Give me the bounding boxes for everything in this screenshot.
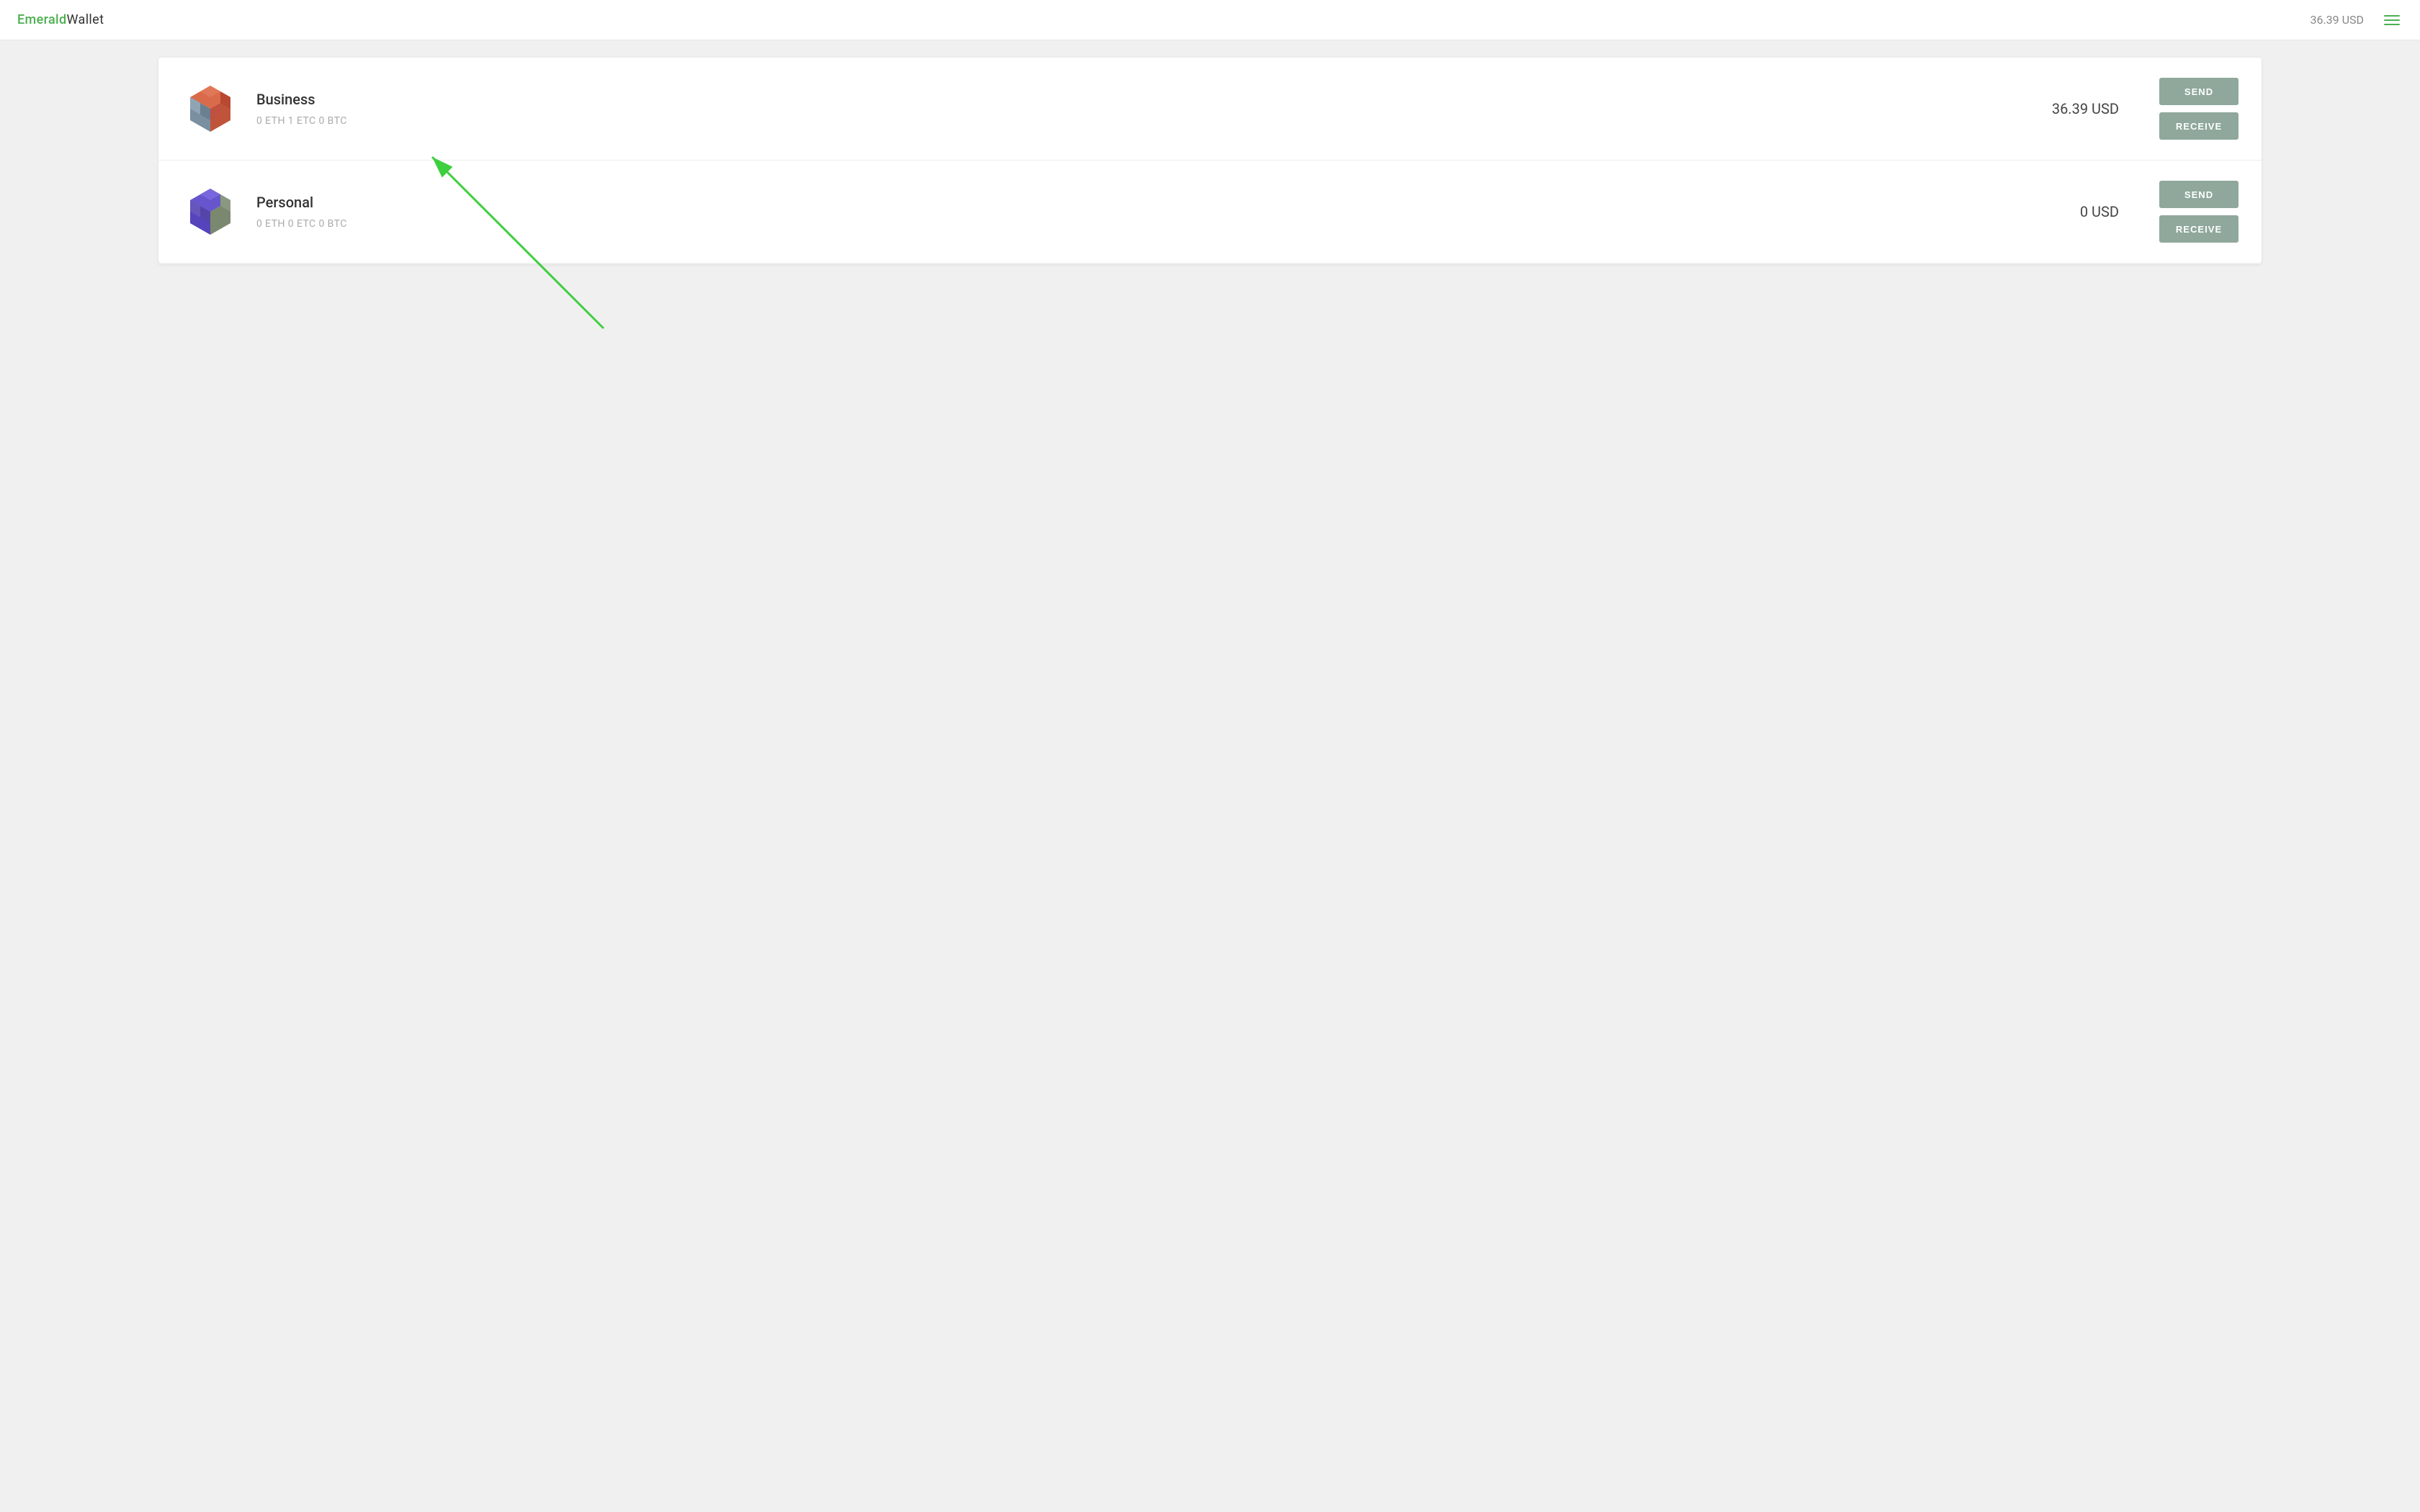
wallet-avatar-business xyxy=(182,80,239,138)
send-button-personal[interactable]: SEND xyxy=(2159,181,2238,208)
wallet-currencies-personal: 0 ETH 0 ETC 0 BTC xyxy=(256,218,2063,230)
wallet-card-business: Business 0 ETH 1 ETC 0 BTC 36.39 USD SEN… xyxy=(158,58,2262,161)
hamburger-line-3 xyxy=(2384,24,2400,25)
menu-button[interactable] xyxy=(2381,12,2403,28)
cube-icon-business xyxy=(182,80,239,138)
hamburger-line-1 xyxy=(2384,15,2400,17)
send-button-business[interactable]: SEND xyxy=(2159,78,2238,105)
logo-wallet: Wallet xyxy=(67,12,104,27)
app-header: Emerald Wallet 36.39 USD xyxy=(0,0,2420,40)
logo-emerald: Emerald xyxy=(17,12,67,27)
header-right: 36.39 USD xyxy=(2310,12,2403,28)
receive-button-personal[interactable]: RECEIVE xyxy=(2159,215,2238,243)
wallet-balance-business: 36.39 USD xyxy=(2052,100,2119,117)
wallet-name-business: Business xyxy=(256,91,2035,108)
wallet-list: Business 0 ETH 1 ETC 0 BTC 36.39 USD SEN… xyxy=(158,58,2262,264)
wallet-info-business: Business 0 ETH 1 ETC 0 BTC xyxy=(256,91,2035,127)
wallet-avatar-personal xyxy=(182,183,239,240)
wallet-actions-business: SEND RECEIVE xyxy=(2159,78,2238,140)
wallet-info-personal: Personal 0 ETH 0 ETC 0 BTC xyxy=(256,194,2063,230)
wallet-balance-personal: 0 USD xyxy=(2080,203,2119,220)
main-content: Business 0 ETH 1 ETC 0 BTC 36.39 USD SEN… xyxy=(0,0,2420,293)
wallet-name-personal: Personal xyxy=(256,194,2063,211)
wallet-actions-personal: SEND RECEIVE xyxy=(2159,181,2238,243)
wallet-currencies-business: 0 ETH 1 ETC 0 BTC xyxy=(256,115,2035,127)
wallet-card-personal: Personal 0 ETH 0 ETC 0 BTC 0 USD SEND RE… xyxy=(158,161,2262,263)
receive-button-business[interactable]: RECEIVE xyxy=(2159,112,2238,140)
cube-icon-personal xyxy=(182,183,239,240)
header-balance: 36.39 USD xyxy=(2310,13,2364,27)
app-logo: Emerald Wallet xyxy=(17,12,104,27)
hamburger-line-2 xyxy=(2384,19,2400,21)
